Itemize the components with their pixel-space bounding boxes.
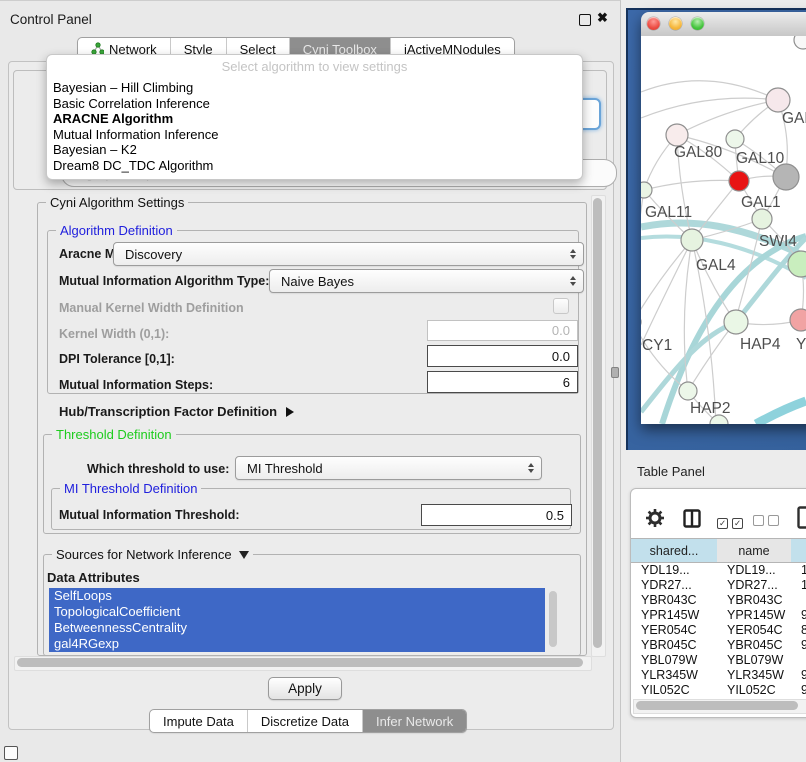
mi-threshold-label: Mutual Information Threshold:: [59, 508, 240, 522]
column-header-a[interactable]: A: [791, 538, 806, 563]
kernel-width-label: Kernel Width (0,1):: [59, 327, 169, 341]
partial-table-icon[interactable]: [797, 506, 806, 534]
unchecked-pair-icon[interactable]: [753, 513, 783, 531]
mi-type-value: Naive Bayes: [281, 274, 354, 289]
table-row-value[interactable]: 9.: [791, 667, 806, 682]
mi-steps-input[interactable]: 6: [427, 371, 578, 393]
sources-title-text: Sources for Network Inference: [56, 547, 232, 562]
algorithm-definition-title: Algorithm Definition: [56, 223, 177, 238]
table-row-name[interactable]: YLR345W: [717, 667, 791, 682]
hub-definition-label: Hub/Transcription Factor Definition: [59, 404, 277, 419]
algorithm-option-dream8-dc-tdc-algorithm[interactable]: Dream8 DC_TDC Algorithm: [47, 158, 582, 174]
manual-kernel-checkbox[interactable]: [553, 298, 569, 314]
apply-button-label: Apply: [288, 681, 322, 696]
kernel-width-input[interactable]: 0.0: [427, 320, 578, 341]
algorithm-option-basic-correlation-inference[interactable]: Basic Correlation Inference: [47, 96, 582, 112]
table-hscroll-thumb[interactable]: [636, 701, 798, 710]
apply-button[interactable]: Apply: [268, 677, 342, 700]
combo-spinner-icon: [528, 457, 534, 479]
table-row-name[interactable]: YDR27...: [717, 577, 791, 592]
attribute-selfloops[interactable]: SelfLoops: [49, 588, 545, 604]
algorithm-option-mutual-information-inference[interactable]: Mutual Information Inference: [47, 127, 582, 143]
dpi-tolerance-input[interactable]: 0.0: [427, 345, 578, 367]
hub-definition-section[interactable]: Hub/Transcription Factor Definition: [59, 404, 294, 419]
combo-spinner-icon: [570, 243, 576, 265]
algorithm-option-bayesian-hill-climbing[interactable]: Bayesian – Hill Climbing: [47, 80, 582, 96]
table-row-name[interactable]: YBR043C: [717, 592, 791, 607]
combo-spinner-icon: [570, 270, 576, 292]
settings-hscroll-thumb[interactable]: [17, 658, 583, 667]
attribute-topologicalcoefficient[interactable]: TopologicalCoefficient: [49, 604, 545, 620]
collapsed-right-arrow-icon[interactable]: [286, 407, 294, 417]
checked-pair-icon[interactable]: ✓✓: [717, 513, 747, 531]
mi-type-label: Mutual Information Algorithm Type:: [59, 274, 269, 288]
attribute-gal4rgexp[interactable]: gal4RGexp: [49, 636, 545, 652]
table-row-value[interactable]: 9.: [791, 607, 806, 622]
table-row-shared-name[interactable]: YBR043C: [631, 592, 717, 607]
algorithm-option-bayesian-k2[interactable]: Bayesian – K2: [47, 142, 582, 158]
table-row-shared-name[interactable]: YBR045C: [631, 637, 717, 652]
threshold-definition-title: Threshold Definition: [52, 427, 176, 442]
table-row-shared-name[interactable]: YER054C: [631, 622, 717, 637]
column-header-shared[interactable]: shared...: [631, 538, 718, 563]
which-threshold-label: Which threshold to use:: [87, 462, 229, 476]
control-panel: Control Panel ✖ NetworkStyleSelectCyni T…: [0, 0, 621, 762]
mi-steps-value: 6: [563, 375, 570, 390]
sources-title[interactable]: Sources for Network Inference: [52, 547, 253, 562]
which-threshold-value: MI Threshold: [247, 461, 323, 476]
manual-kernel-label: Manual Kernel Width Definition: [59, 301, 244, 315]
table-row-shared-name[interactable]: YLR345W: [631, 667, 717, 682]
gear-icon[interactable]: [645, 508, 665, 533]
dpi-tolerance-label: DPI Tolerance [0,1]:: [59, 352, 175, 366]
table-row-value[interactable]: 13: [791, 562, 806, 577]
algorithm-dropdown: Select algorithm to view settings Bayesi…: [46, 54, 583, 180]
table-row-value[interactable]: [791, 592, 806, 607]
table-row-name[interactable]: YPR145W: [717, 607, 791, 622]
table-row-name[interactable]: YBL079W: [717, 652, 791, 667]
split-columns-icon[interactable]: [683, 509, 701, 533]
column-header-name[interactable]: name: [717, 538, 792, 563]
table-row-value[interactable]: [791, 652, 806, 667]
mi-threshold-value: 0.5: [546, 508, 564, 523]
table-row-value[interactable]: 9.: [791, 637, 806, 652]
mi-threshold-input[interactable]: 0.5: [421, 504, 572, 526]
algorithm-dropdown-prompt: Select algorithm to view settings: [47, 59, 582, 74]
application-window: Control Panel ✖ NetworkStyleSelectCyni T…: [0, 0, 806, 762]
table-row-shared-name[interactable]: YIL052C: [631, 682, 717, 697]
table-row-name[interactable]: YDL19...: [717, 562, 791, 577]
table-row-value[interactable]: 8.: [791, 622, 806, 637]
cyni-algorithm-settings-title: Cyni Algorithm Settings: [46, 195, 188, 210]
table-row-name[interactable]: YIL052C: [717, 682, 791, 697]
control-panel-body: gal(filtered).sif default node Select al…: [8, 61, 614, 730]
algorithm-option-aracne-algorithm[interactable]: ARACNE Algorithm: [47, 111, 582, 127]
table-row-shared-name[interactable]: YPR145W: [631, 607, 717, 622]
mi-steps-label: Mutual Information Steps:: [59, 378, 213, 392]
expanded-down-arrow-icon[interactable]: [239, 551, 249, 559]
settings-vscroll-thumb[interactable]: [593, 198, 602, 648]
table-row-shared-name[interactable]: YDL19...: [631, 562, 717, 577]
attribute-betweennesscentrality[interactable]: BetweennessCentrality: [49, 620, 545, 636]
table-row-shared-name[interactable]: YBL079W: [631, 652, 717, 667]
table-row-name[interactable]: YBR045C: [717, 637, 791, 652]
table-row-value[interactable]: 12: [791, 577, 806, 592]
attribute-list-scrollbar[interactable]: [549, 591, 557, 647]
aracne-mode-value: Discovery: [125, 247, 182, 262]
algorithm-dropdown-list: Bayesian – Hill ClimbingBasic Correlatio…: [47, 80, 582, 174]
mi-algorithm-type-combo[interactable]: Naive Bayes: [269, 269, 584, 293]
table-row-value[interactable]: 9: [791, 682, 806, 697]
table-row-shared-name[interactable]: YDR27...: [631, 577, 717, 592]
mi-threshold-title: MI Threshold Definition: [60, 481, 201, 496]
table-row-name[interactable]: YER054C: [717, 622, 791, 637]
data-attributes-label: Data Attributes: [47, 570, 140, 585]
dpi-tolerance-value: 0.0: [552, 349, 570, 364]
aracne-mode-combo[interactable]: Discovery: [113, 242, 584, 266]
which-threshold-combo[interactable]: MI Threshold: [235, 456, 542, 480]
data-attributes-list[interactable]: SelfLoopsTopologicalCoefficientBetweenne…: [49, 588, 545, 652]
kernel-width-value: 0.0: [552, 323, 570, 338]
